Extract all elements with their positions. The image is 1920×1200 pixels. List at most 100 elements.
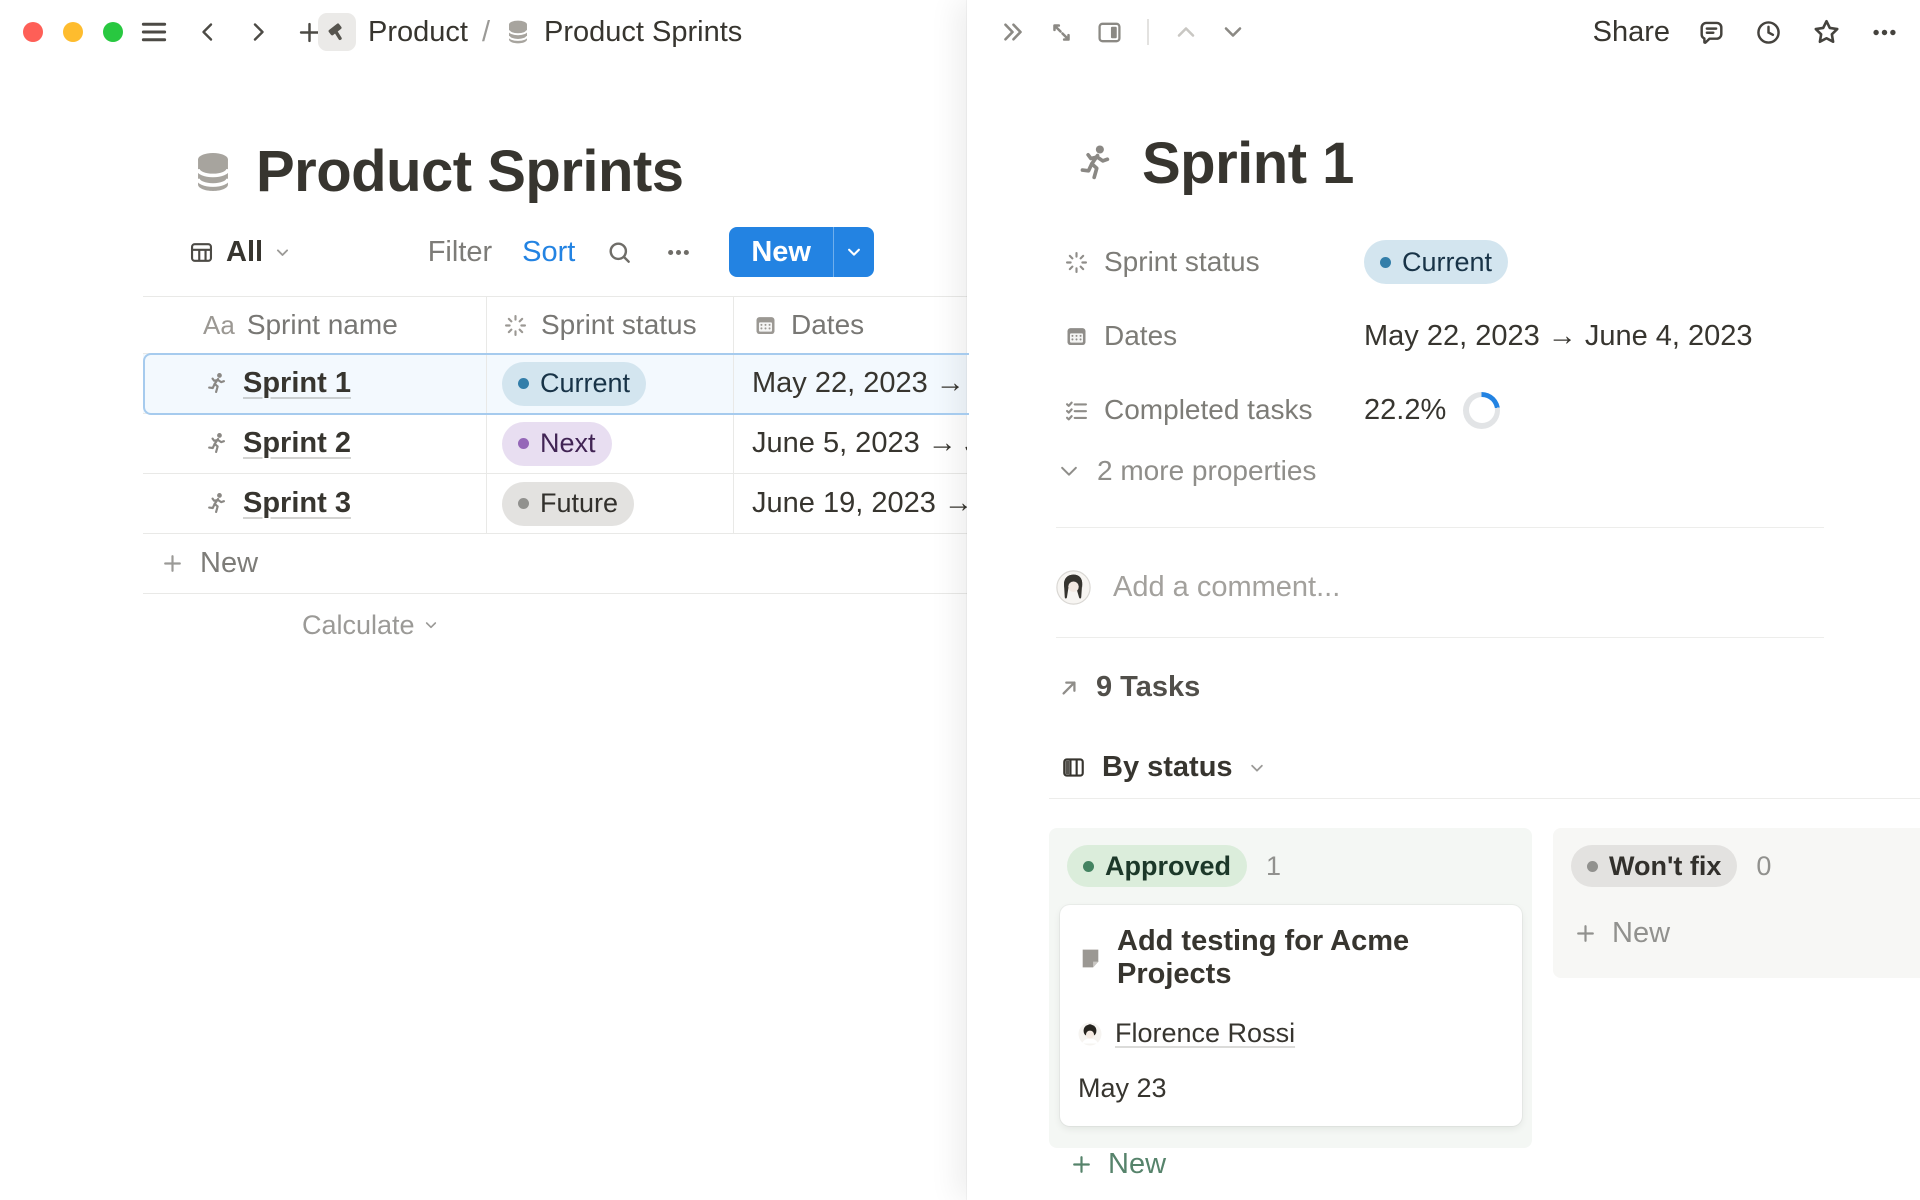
new-record-button-label[interactable]: New bbox=[729, 236, 833, 269]
properties-list: Sprint status Current Dates May 22, 2023… bbox=[1063, 236, 1753, 436]
task-card-title[interactable]: Add testing for Acme Projects bbox=[1117, 925, 1504, 991]
new-row-label: New bbox=[200, 547, 258, 580]
column-badge-approved[interactable]: Approved bbox=[1067, 845, 1247, 887]
favorite-star-icon[interactable] bbox=[1810, 16, 1843, 49]
filter-button[interactable]: Filter bbox=[428, 236, 492, 269]
column-count: 0 bbox=[1756, 851, 1771, 882]
dates-value[interactable]: May 22, 2023 → June 4, 2023 bbox=[1364, 320, 1753, 353]
row-title[interactable]: Sprint 3 bbox=[243, 487, 351, 520]
view-tab-all[interactable]: All bbox=[188, 236, 291, 269]
board-view-icon bbox=[1060, 754, 1087, 781]
table-new-row-button[interactable]: New bbox=[143, 534, 967, 594]
expand-page-icon[interactable] bbox=[1047, 18, 1076, 47]
board-view-selector[interactable]: By status bbox=[1060, 751, 1266, 784]
task-card[interactable]: Add testing for Acme Projects Florence R… bbox=[1060, 905, 1522, 1126]
product-teamspace-chip[interactable] bbox=[318, 13, 356, 51]
progress-ring-hole bbox=[1469, 397, 1495, 423]
dates-cell[interactable]: June 19, 2023 → J bbox=[752, 487, 967, 520]
new-task-label: New bbox=[1108, 1148, 1166, 1181]
board-column-approved: Approved 1 Add testing for Acme Projects bbox=[1049, 828, 1532, 1148]
progress-ring bbox=[1463, 392, 1500, 429]
task-card-date: May 23 bbox=[1078, 1073, 1504, 1104]
status-property-icon bbox=[1063, 249, 1090, 276]
chevron-down-icon bbox=[274, 244, 291, 261]
runner-icon bbox=[203, 491, 229, 517]
comments-icon[interactable] bbox=[1696, 17, 1727, 48]
breadcrumb-root[interactable]: Product bbox=[368, 16, 468, 49]
zoom-window-button[interactable] bbox=[103, 22, 123, 42]
minimize-window-button[interactable] bbox=[63, 22, 83, 42]
property-sprint-status[interactable]: Sprint status Current bbox=[1063, 236, 1753, 288]
table-row-sprint-1[interactable]: Sprint 1 Current May 22, 2023 → J bbox=[143, 354, 967, 414]
status-badge-next[interactable]: Next bbox=[502, 422, 612, 466]
column-header-dates[interactable]: Dates bbox=[733, 297, 967, 353]
column-badge-wontfix[interactable]: Won't fix bbox=[1571, 845, 1737, 887]
breadcrumb-current[interactable]: Product Sprints bbox=[544, 16, 742, 49]
view-toolbar: All Filter Sort New bbox=[188, 226, 874, 278]
more-properties-toggle[interactable]: 2 more properties bbox=[1058, 455, 1316, 487]
column-header-sprint-status[interactable]: Sprint status bbox=[486, 297, 733, 353]
status-badge-current[interactable]: Current bbox=[1364, 240, 1508, 284]
column-header-sprint-name[interactable]: Aa Sprint name bbox=[143, 297, 486, 353]
column-header-label: Dates bbox=[791, 309, 864, 341]
row-title[interactable]: Sprint 2 bbox=[243, 427, 351, 460]
comment-input-row[interactable]: Add a comment... bbox=[1056, 570, 1340, 605]
row-title[interactable]: Sprint 1 bbox=[243, 367, 351, 400]
view-tab-label: All bbox=[226, 236, 263, 269]
runner-icon bbox=[203, 431, 229, 457]
table-row-sprint-3[interactable]: Sprint 3 Future June 19, 2023 → J bbox=[143, 474, 967, 534]
assignee-name[interactable]: Florence Rossi bbox=[1115, 1018, 1295, 1049]
property-completed-tasks[interactable]: Completed tasks 22.2% bbox=[1063, 384, 1753, 436]
linked-tasks-database[interactable]: 9 Tasks bbox=[1056, 671, 1200, 704]
board-new-task-button[interactable]: New bbox=[1573, 917, 1917, 950]
page-title: Product Sprints bbox=[256, 138, 684, 205]
more-options-icon[interactable] bbox=[664, 238, 693, 267]
table-row-sprint-2[interactable]: Sprint 2 Next June 5, 2023 → Ju bbox=[143, 414, 967, 474]
updates-clock-icon[interactable] bbox=[1753, 17, 1784, 48]
calculate-dropdown[interactable]: Calculate bbox=[302, 610, 439, 641]
property-label: Completed tasks bbox=[1104, 394, 1313, 426]
side-peek-mode-icon[interactable] bbox=[1095, 18, 1124, 47]
close-window-button[interactable] bbox=[23, 22, 43, 42]
status-dot bbox=[1587, 861, 1598, 872]
status-dot bbox=[1380, 257, 1391, 268]
database-page: Product Sprints All Filter Sort bbox=[0, 64, 967, 1200]
arrow-up-right-icon bbox=[1056, 675, 1082, 701]
next-record-icon[interactable] bbox=[1219, 18, 1247, 46]
new-record-button[interactable]: New bbox=[729, 227, 874, 277]
tasks-link-label[interactable]: 9 Tasks bbox=[1096, 671, 1200, 704]
calendar-icon bbox=[752, 312, 779, 339]
status-badge-future[interactable]: Future bbox=[502, 482, 634, 526]
plus-icon bbox=[160, 551, 185, 576]
database-table: Aa Sprint name Sprint status Dates bbox=[143, 296, 967, 656]
back-button[interactable] bbox=[196, 20, 220, 44]
comment-placeholder[interactable]: Add a comment... bbox=[1113, 571, 1340, 604]
chevron-down-icon bbox=[423, 617, 439, 633]
column-header-label: Sprint status bbox=[541, 309, 697, 341]
column-count: 1 bbox=[1266, 851, 1281, 882]
more-options-icon[interactable] bbox=[1869, 17, 1900, 48]
runner-icon[interactable] bbox=[1072, 142, 1116, 186]
status-badge-current[interactable]: Current bbox=[502, 362, 646, 406]
forward-button[interactable] bbox=[246, 20, 270, 44]
dates-cell[interactable]: May 22, 2023 → J bbox=[752, 367, 967, 400]
new-record-dropdown-icon[interactable] bbox=[834, 243, 874, 261]
board-new-task-button[interactable]: New bbox=[1069, 1148, 1516, 1181]
close-peek-icon[interactable] bbox=[998, 17, 1028, 47]
property-dates[interactable]: Dates May 22, 2023 → June 4, 2023 bbox=[1063, 310, 1753, 362]
database-icon[interactable] bbox=[190, 144, 236, 200]
section-divider bbox=[1056, 527, 1824, 528]
search-icon[interactable] bbox=[605, 238, 634, 267]
breadcrumb: Product / Product Sprints bbox=[318, 0, 742, 64]
property-label: Dates bbox=[1104, 320, 1177, 352]
side-peek-panel: Share Sprint 1 bbox=[967, 0, 1920, 1200]
dates-cell[interactable]: June 5, 2023 → Ju bbox=[752, 427, 967, 460]
assignee-avatar bbox=[1078, 1022, 1102, 1046]
sort-button[interactable]: Sort bbox=[522, 236, 575, 269]
property-label: Sprint status bbox=[1104, 246, 1260, 278]
status-dot bbox=[1083, 861, 1094, 872]
share-button[interactable]: Share bbox=[1593, 16, 1670, 49]
previous-record-icon[interactable] bbox=[1172, 18, 1200, 46]
sidebar-menu-icon[interactable] bbox=[138, 16, 170, 48]
board-view-label: By status bbox=[1102, 751, 1233, 784]
